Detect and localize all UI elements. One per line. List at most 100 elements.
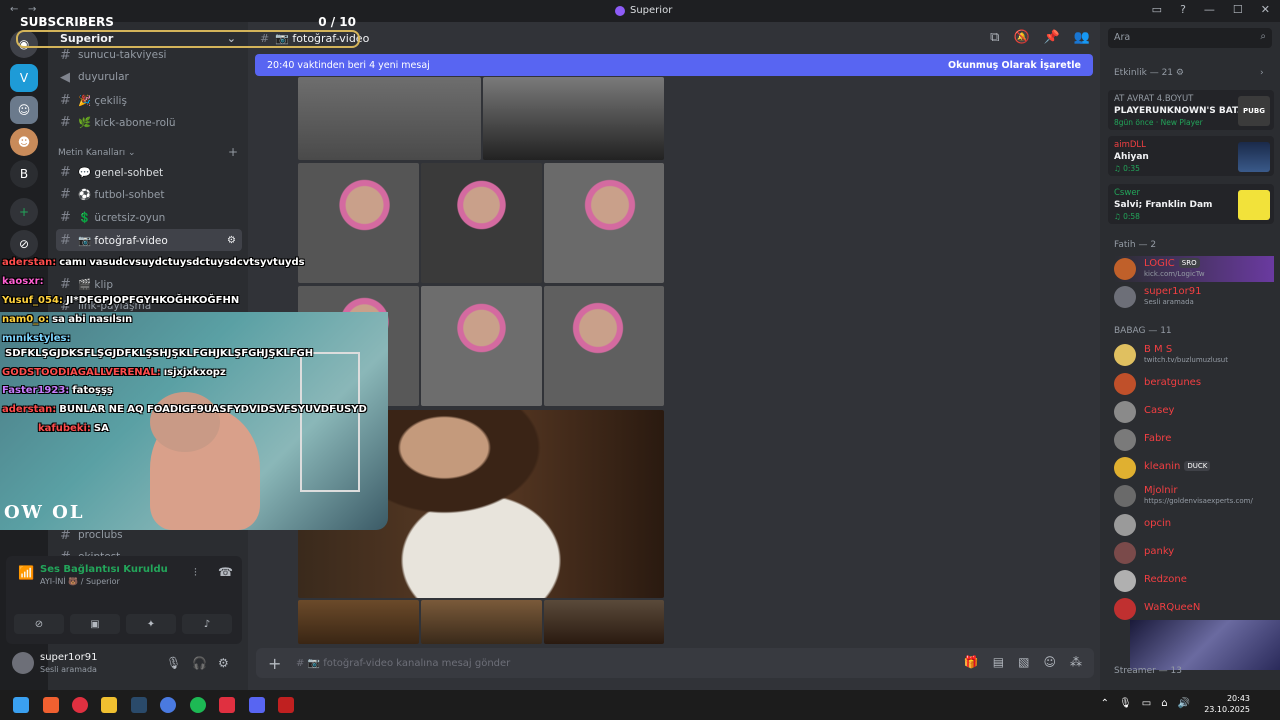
mark-as-read-button[interactable]: Okunmuş Olarak İşaretle — [948, 60, 1081, 71]
photo-attachment[interactable] — [544, 600, 664, 644]
steam-icon[interactable] — [131, 697, 147, 713]
channel-cekilis[interactable]: # 🎉 çekiliş — [56, 89, 242, 111]
avatar — [1114, 542, 1136, 564]
channel-klip[interactable]: # 🎬 klip — [56, 273, 242, 295]
megaphone-icon: ◀ — [60, 69, 70, 85]
member-item[interactable]: super1or91 Sesli aramada — [1114, 284, 1274, 310]
activity-card[interactable]: AT AVRAT 4.BOYUT PLAYERUNKNOWN'S BAT... … — [1108, 90, 1274, 130]
channel-genel-sohbet[interactable]: # 💬 genel-sohbet — [56, 161, 242, 183]
activity-card[interactable]: Cswer Salvi; Franklin Dam ♫ 0:58 — [1108, 184, 1274, 224]
gift-icon[interactable]: 🎁 — [964, 655, 979, 669]
sticker-icon[interactable]: ▧ — [1018, 655, 1029, 669]
clock[interactable]: 20:43 23.10.2025 — [1204, 693, 1250, 715]
server-icon-avatar[interactable]: ☻ — [10, 128, 38, 156]
apps-icon[interactable]: ⁂ — [1070, 655, 1082, 669]
server-folder-icon[interactable]: B — [10, 160, 38, 188]
member-item[interactable]: LOGIC SRO kick.com/LogicTw — [1114, 256, 1274, 282]
chevron-up-icon[interactable]: ⌃ — [1101, 698, 1109, 709]
help-icon[interactable]: ? — [1180, 3, 1186, 16]
network-icon[interactable]: ⌂ — [1161, 698, 1167, 709]
activity-card[interactable]: aimDLL Ahiyan ♫ 0:35 — [1108, 136, 1274, 176]
taskbar: ⌃ 🎙 ▭ ⌂ 🔊 20:43 23.10.2025 — [0, 690, 1280, 720]
member-item[interactable]: panky — [1114, 540, 1274, 566]
member-list-icon[interactable]: 👥 — [1074, 30, 1090, 45]
forward-arrow-icon[interactable]: → — [28, 4, 36, 15]
message-composer[interactable]: + # 📷 fotoğraf-video kanalına mesaj gönd… — [256, 648, 1094, 678]
app-icon[interactable] — [219, 697, 235, 713]
channel-kick-abone-rolu[interactable]: # 🌿 kick-abone-rolü — [56, 111, 242, 133]
user-name[interactable]: super1or91 — [40, 652, 97, 663]
photo-attachment[interactable] — [421, 163, 542, 283]
notification-bell-icon[interactable]: 🔕 — [1013, 30, 1029, 45]
minimize-icon[interactable]: — — [1204, 3, 1215, 16]
activities-button[interactable]: ✦ — [126, 614, 176, 634]
disconnect-icon[interactable]: ☎ — [218, 565, 233, 579]
photo-attachment[interactable] — [421, 286, 542, 406]
explore-icon[interactable]: ⊘ — [10, 230, 38, 258]
server-icon-valorant[interactable]: V — [10, 64, 38, 92]
member-item[interactable]: beratgunes — [1114, 371, 1274, 397]
camera-button[interactable]: ⊘ — [14, 614, 64, 634]
photo-attachment[interactable] — [544, 163, 664, 283]
category-metin-kanallari[interactable]: Metin Kanalları ⌄ — [58, 148, 136, 158]
add-server-icon[interactable]: + — [10, 198, 38, 226]
soundboard-button[interactable]: ♪ — [182, 614, 232, 634]
add-channel-icon[interactable]: + — [228, 145, 238, 159]
channel-futbol-sohbet[interactable]: # ⚽ futbol-sohbet — [56, 183, 242, 205]
app-icon[interactable] — [278, 697, 294, 713]
brave-icon[interactable] — [43, 697, 59, 713]
activity-header[interactable]: Etkinlik — 21 ⚙ › — [1114, 68, 1264, 78]
avatar[interactable] — [12, 652, 34, 674]
channel-fotograf-video[interactable]: # 📷 fotoğraf-video ⚙ — [56, 229, 242, 251]
photo-attachment[interactable] — [298, 600, 419, 644]
back-arrow-icon[interactable]: ← — [10, 4, 18, 15]
member-item[interactable]: opcin — [1114, 512, 1274, 538]
member-item[interactable]: Mjolnir https://goldenvisaexperts.com/ — [1114, 483, 1274, 509]
headphones-icon[interactable]: 🎧 — [192, 656, 207, 670]
microphone-icon[interactable]: 🎙 — [166, 656, 181, 670]
activity-title: Salvi; Franklin Dam — [1114, 200, 1213, 210]
windows-start-icon[interactable] — [13, 697, 29, 713]
microphone-icon[interactable]: 🎙 — [1119, 698, 1132, 709]
member-item[interactable]: Fabre — [1114, 427, 1274, 453]
add-attachment-icon[interactable]: + — [268, 654, 281, 673]
spotify-icon[interactable] — [190, 697, 206, 713]
volume-icon[interactable]: 🔊 — [1178, 698, 1190, 709]
discord-icon[interactable] — [249, 697, 265, 713]
member-item[interactable]: WaRQueeN — [1114, 596, 1274, 622]
emoji-icon[interactable]: ☺ — [1043, 655, 1056, 669]
member-item[interactable]: Casey — [1114, 399, 1274, 425]
noise-suppression-icon[interactable]: ⫶ — [194, 566, 197, 580]
photo-attachment[interactable] — [483, 77, 664, 160]
member-item[interactable]: B M S twitch.tv/buzlumuzlusut — [1114, 342, 1274, 368]
photo-attachment[interactable] — [421, 600, 542, 644]
voice-status[interactable]: Ses Bağlantısı Kuruldu — [40, 564, 168, 575]
close-icon[interactable]: ✕ — [1261, 3, 1270, 16]
member-name: beratgunes — [1144, 377, 1202, 388]
voice-location[interactable]: AYI-İNİ 🐻 / Superior — [40, 577, 120, 586]
message-input-placeholder[interactable]: # 📷 fotoğraf-video kanalına mesaj gönder — [296, 658, 510, 669]
inbox-icon[interactable]: ▭ — [1152, 3, 1162, 16]
app-icon[interactable] — [160, 697, 176, 713]
user-settings-gear-icon[interactable]: ⚙ — [218, 656, 229, 670]
pin-icon[interactable]: 📌 — [1044, 30, 1060, 45]
chevron-right-icon[interactable]: › — [1260, 68, 1264, 78]
monitor-icon[interactable]: ▭ — [1142, 698, 1151, 709]
channel-duyurular[interactable]: ◀ duyurular — [56, 66, 242, 88]
photo-attachment[interactable] — [298, 163, 419, 283]
gif-icon[interactable]: ▤ — [993, 655, 1004, 669]
channel-ucretsiz-oyun[interactable]: # 💲 ücretsiz-oyun — [56, 206, 242, 228]
settings-gear-icon[interactable]: ⚙ — [227, 235, 236, 246]
file-explorer-icon[interactable] — [101, 697, 117, 713]
search-input[interactable]: Ara ⌕ — [1108, 28, 1272, 48]
member-item[interactable]: kleanin DUCK — [1114, 455, 1274, 481]
new-messages-bar[interactable]: 20:40 vaktinden beri 4 yeni mesaj Okunmu… — [255, 54, 1093, 76]
server-icon-superior[interactable]: ☺ — [10, 96, 38, 124]
photo-attachment[interactable] — [544, 286, 664, 406]
screen-share-button[interactable]: ▣ — [70, 614, 120, 634]
photo-attachment[interactable] — [298, 77, 481, 160]
member-item[interactable]: Redzone — [1114, 568, 1274, 594]
threads-icon[interactable]: ⧉ — [990, 30, 999, 45]
maximize-icon[interactable]: ☐ — [1233, 3, 1243, 16]
maps-icon[interactable] — [72, 697, 88, 713]
